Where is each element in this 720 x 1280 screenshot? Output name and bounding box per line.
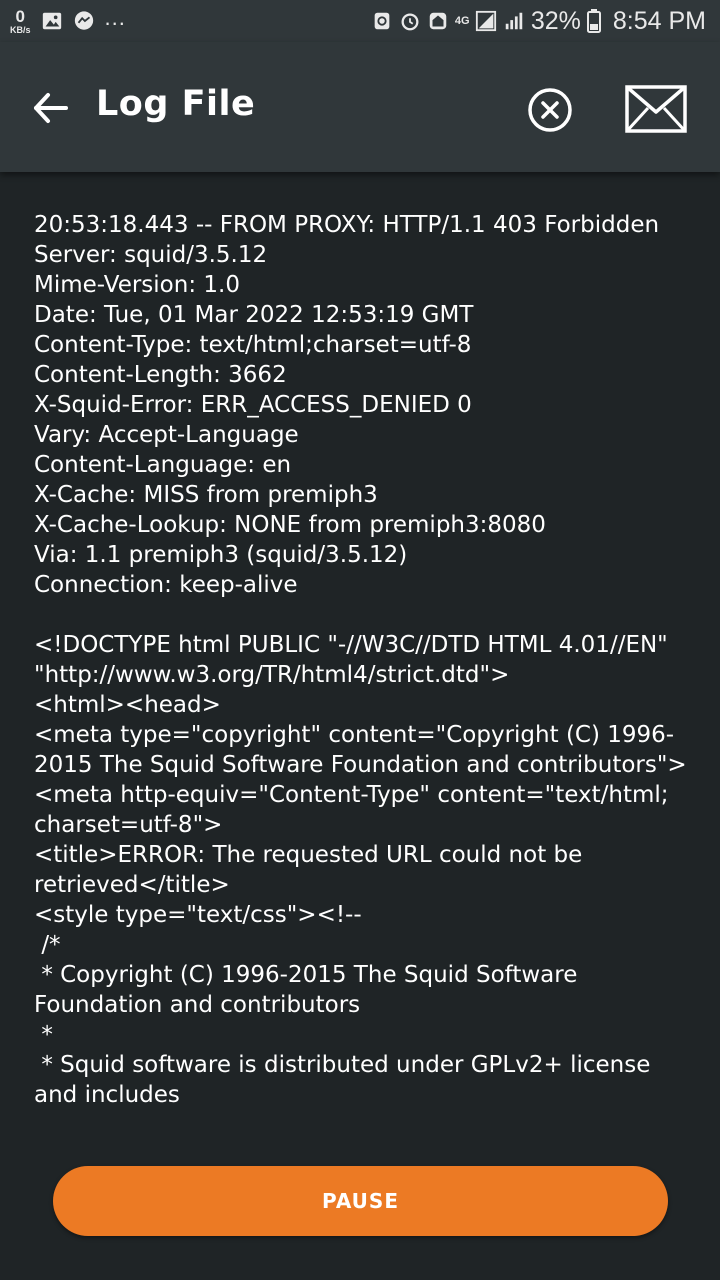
log-line: Connection: keep-alive — [34, 572, 298, 598]
signal-bars-icon — [505, 12, 523, 30]
log-line: * Squid software is distributed under GP… — [34, 1052, 658, 1108]
signal-empty-icon — [475, 10, 496, 32]
log-line: 20:53:18.443 -- FROM PROXY: HTTP/1.1 403… — [34, 212, 660, 238]
page-title: Log File — [96, 84, 256, 124]
log-content[interactable]: 20:53:18.443 -- FROM PROXY: HTTP/1.1 403… — [34, 210, 694, 1125]
network-speed-unit: KB/s — [10, 24, 31, 35]
log-line: Mime-Version: 1.0 — [34, 272, 240, 298]
log-line: <title>ERROR: The requested URL could no… — [34, 842, 590, 898]
messenger-icon — [74, 11, 93, 30]
log-line: <html><head> — [34, 692, 221, 718]
log-line: Server: squid/3.5.12 — [34, 242, 268, 268]
home-icon — [429, 12, 447, 30]
battery-icon — [586, 9, 601, 33]
mail-icon[interactable] — [624, 84, 688, 134]
recycle-icon — [374, 12, 390, 30]
log-line: <!DOCTYPE html PUBLIC "-//W3C//DTD HTML … — [34, 632, 676, 688]
clock-time: 8:54 PM — [612, 6, 706, 35]
log-line: Date: Tue, 01 Mar 2022 12:53:19 GMT — [34, 302, 474, 328]
network-speed-indicator: 0 KB/s — [10, 8, 31, 35]
log-line: * — [34, 1022, 53, 1048]
gallery-icon — [42, 12, 61, 30]
log-line: X-Cache: MISS from premiph3 — [34, 482, 378, 508]
network-speed-value: 0 — [15, 6, 25, 26]
pause-button[interactable]: PAUSE — [53, 1166, 668, 1236]
arrow-back-icon[interactable] — [28, 86, 72, 130]
log-line: <meta type="copyright" content="Copyrigh… — [34, 722, 687, 778]
log-line: X-Squid-Error: ERR_ACCESS_DENIED 0 — [34, 392, 472, 418]
log-line: /* — [34, 932, 61, 958]
log-line: X-Cache-Lookup: NONE from premiph3:8080 — [34, 512, 546, 538]
log-line: Via: 1.1 premiph3 (squid/3.5.12) — [34, 542, 408, 568]
log-line: Content-Type: text/html;charset=utf-8 — [34, 332, 472, 358]
notification-overflow: ... — [104, 5, 126, 30]
status-bar: 0 KB/s ... 4G 32% 8:54 PM — [0, 0, 720, 42]
log-line: Vary: Accept-Language — [34, 422, 299, 448]
alarm-icon — [401, 13, 419, 31]
log-line: Content-Language: en — [34, 452, 292, 478]
log-line: <meta http-equiv="Content-Type" content=… — [34, 782, 676, 838]
app-bar: Log File — [0, 42, 720, 172]
log-line: <style type="text/css"><!-- — [34, 902, 362, 928]
log-line: * Copyright (C) 1996-2015 The Squid Soft… — [34, 962, 585, 1018]
network-type: 4G — [454, 14, 470, 27]
log-line: Content-Length: 3662 — [34, 362, 287, 388]
battery-percent: 32% — [530, 6, 581, 35]
clear-circle-icon[interactable] — [526, 86, 574, 134]
